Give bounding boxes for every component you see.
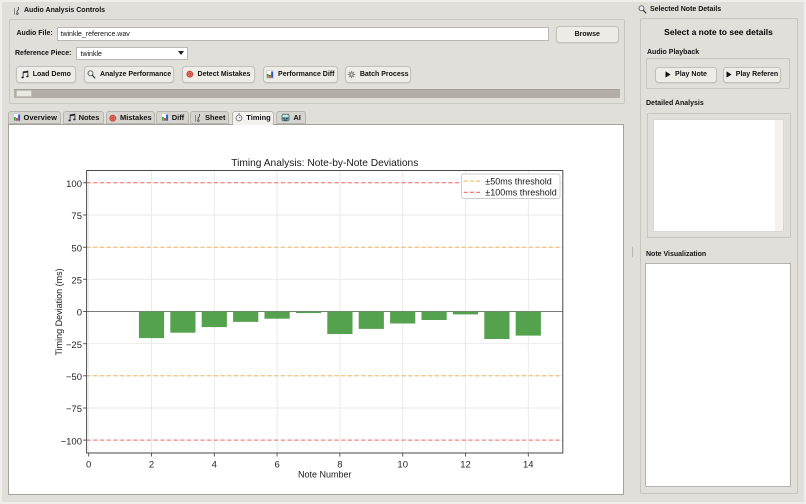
svg-text:2: 2 (149, 460, 154, 471)
svg-text:−75: −75 (66, 404, 82, 415)
svg-text:±50ms threshold: ±50ms threshold (485, 177, 551, 187)
svg-text:0: 0 (77, 308, 82, 319)
svg-text:±100ms threshold: ±100ms threshold (485, 188, 556, 198)
svg-text:25: 25 (71, 276, 82, 287)
svg-text:4: 4 (212, 460, 217, 471)
svg-text:14: 14 (523, 460, 534, 471)
svg-text:75: 75 (71, 211, 82, 222)
svg-text:6: 6 (274, 460, 279, 471)
svg-text:10: 10 (397, 460, 408, 471)
svg-text:100: 100 (66, 179, 82, 190)
svg-text:50: 50 (71, 243, 82, 254)
svg-text:0: 0 (86, 460, 91, 471)
svg-text:12: 12 (460, 460, 471, 471)
svg-text:Timing Deviation (ms): Timing Deviation (ms) (54, 268, 64, 355)
svg-text:Timing Analysis: Note-by-Note: Timing Analysis: Note-by-Note Deviations (231, 158, 418, 169)
svg-text:Note Number: Note Number (298, 470, 352, 480)
svg-text:−25: −25 (66, 340, 82, 351)
svg-text:−50: −50 (66, 372, 82, 383)
svg-text:−100: −100 (61, 436, 82, 447)
